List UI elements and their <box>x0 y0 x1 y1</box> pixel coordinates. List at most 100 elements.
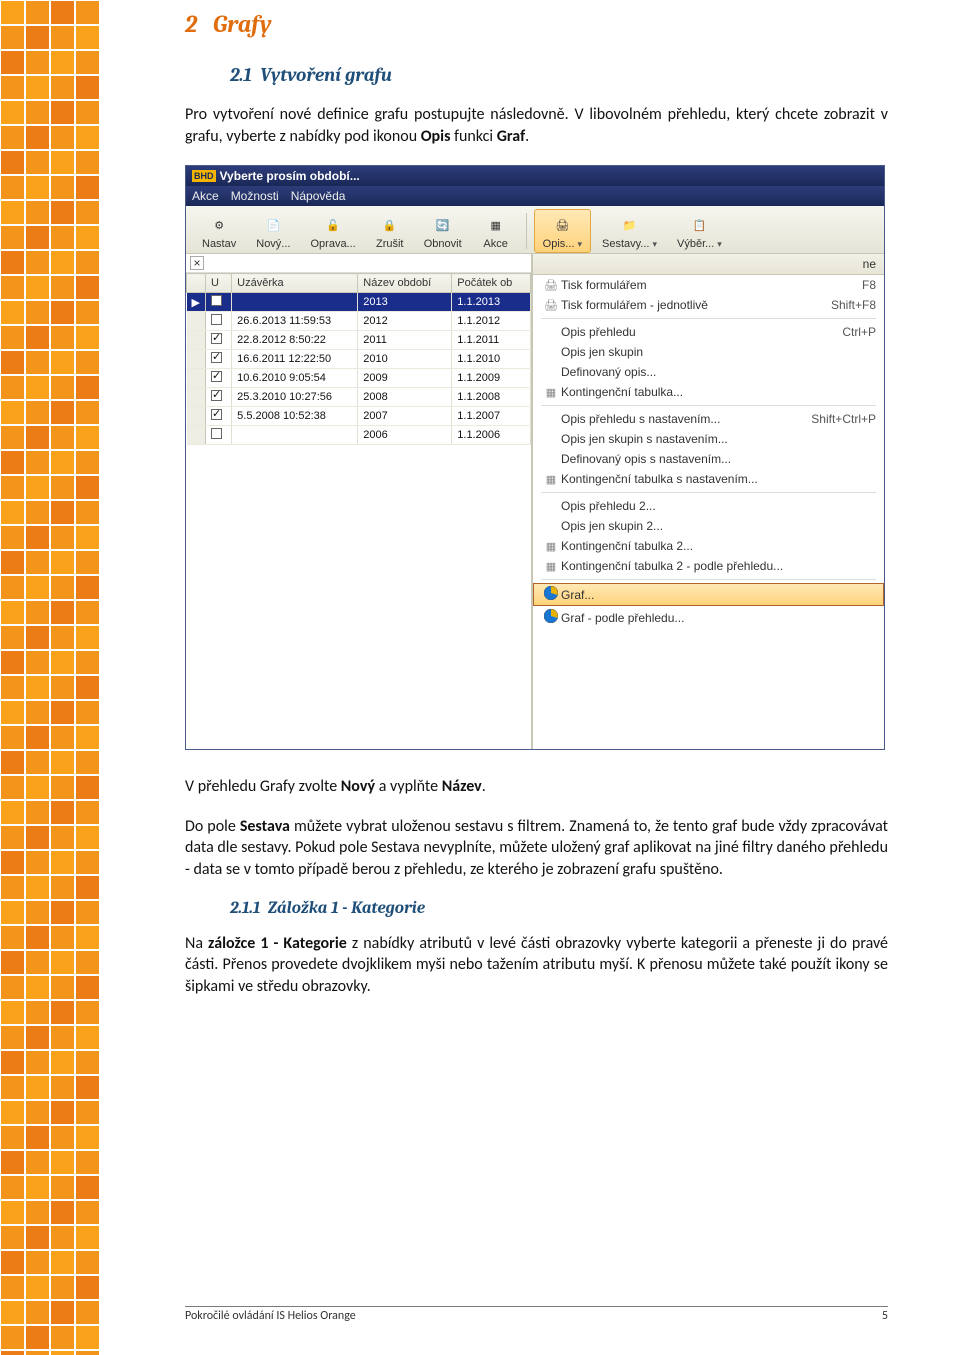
zrušit-icon: 🔒 <box>376 214 404 236</box>
table-icon: ▦ <box>541 386 561 399</box>
table-icon: ▦ <box>541 473 561 486</box>
table-row[interactable]: 10.6.2010 9:05:5420091.1.2009 <box>187 369 531 388</box>
toolbar-button-zrušit[interactable]: 🔒Zrušit <box>367 209 413 253</box>
print-icon: 🖨 <box>541 279 561 292</box>
obnovit-icon: 🔄 <box>429 214 457 236</box>
heading-3: 2.1.1 Záložka 1 - Kategorie <box>230 899 888 918</box>
column-header[interactable]: Uzávěrka <box>232 274 358 293</box>
h2-text: Vytvoření grafu <box>260 64 392 86</box>
column-header[interactable]: Počátek ob <box>452 274 531 293</box>
h3-text: Záložka 1 - Kategorie <box>268 899 425 918</box>
page-footer: Pokročilé ovládání IS Helios Orange 5 <box>185 1306 888 1323</box>
menu-separator <box>541 579 876 580</box>
pie-chart-icon <box>541 586 561 603</box>
oprava-icon: 🔓 <box>319 214 347 236</box>
menu-item[interactable]: Graf... <box>533 583 884 606</box>
table-icon: ▦ <box>541 540 561 553</box>
shortcut-label: Shift+Ctrl+P <box>811 412 876 426</box>
decorative-sidebar <box>0 0 100 1355</box>
shortcut-label: Ctrl+P <box>842 325 876 339</box>
toolbar-button-akce[interactable]: ▦Akce <box>473 209 519 253</box>
column-header[interactable]: U <box>205 274 231 293</box>
toolbar-button-oprava[interactable]: 🔓Oprava... <box>301 209 364 253</box>
heading-2: 2.1 Vytvoření grafu <box>230 64 888 86</box>
menu-item[interactable]: 🖨Tisk formulářemF8 <box>533 275 884 295</box>
opis-icon: 🖨 <box>548 214 576 236</box>
h1-text: Grafy <box>213 10 272 38</box>
app-menubar: Akce Možnosti Nápověda <box>186 186 884 206</box>
h2-number: 2.1 <box>230 64 252 86</box>
shortcut-label: Shift+F8 <box>831 298 876 312</box>
heading-1: 2 Grafy <box>185 10 888 38</box>
table-row[interactable]: 25.3.2010 10:27:5620081.1.2008 <box>187 388 531 407</box>
table-row[interactable]: ▶20131.1.2013 <box>187 293 531 312</box>
paragraph-3: Do pole Sestava můžete vybrat uloženou s… <box>185 816 888 881</box>
menu-item[interactable]: Graf - podle přehledu... <box>533 606 884 629</box>
checkbox[interactable] <box>211 314 222 325</box>
table-row[interactable]: 20061.1.2006 <box>187 426 531 445</box>
menu-item-akce[interactable]: Akce <box>192 189 219 203</box>
shortcut-label: F8 <box>862 278 876 292</box>
akce-icon: ▦ <box>482 214 510 236</box>
paragraph-1: Pro vytvoření nové definice grafu postup… <box>185 104 888 147</box>
context-menu-pane: ne🖨Tisk formulářemF8🖨Tisk formulářem - j… <box>532 254 884 749</box>
menu-item[interactable]: Opis přehledu 2... <box>533 496 884 516</box>
data-grid[interactable]: UUzávěrkaNázev obdobíPočátek ob ▶20131.1… <box>186 273 531 445</box>
nový-icon: 📄 <box>259 214 287 236</box>
page-number: 5 <box>882 1309 888 1323</box>
nastav-icon: ⚙ <box>205 214 233 236</box>
menu-item[interactable]: Opis jen skupin s nastavením... <box>533 429 884 449</box>
menu-item[interactable]: ▦Kontingenční tabulka... <box>533 382 884 402</box>
checkbox[interactable] <box>211 352 222 363</box>
app-toolbar: ⚙Nastav📄Nový...🔓Oprava...🔒Zrušit🔄Obnovit… <box>186 206 884 254</box>
menu-item-nápověda[interactable]: Nápověda <box>291 189 346 203</box>
menu-item[interactable]: Definovaný opis... <box>533 362 884 382</box>
menu-item[interactable]: Definovaný opis s nastavením... <box>533 449 884 469</box>
menu-item[interactable]: Opis jen skupin <box>533 342 884 362</box>
checkbox[interactable] <box>211 333 222 344</box>
menu-item[interactable]: ▦Kontingenční tabulka s nastavením... <box>533 469 884 489</box>
table-row[interactable]: 22.8.2012 8:50:2220111.1.2011 <box>187 331 531 350</box>
page-content: 2 Grafy 2.1 Vytvoření grafu Pro vytvořen… <box>185 0 888 997</box>
h1-number: 2 <box>185 10 197 38</box>
toolbar-button-sestavy[interactable]: 📁Sestavy... <box>593 209 666 253</box>
checkbox[interactable] <box>211 371 222 382</box>
h3-number: 2.1.1 <box>230 899 260 918</box>
app-titlebar: BHD Vyberte prosím období... <box>186 166 884 186</box>
menu-item[interactable]: ▦Kontingenční tabulka 2... <box>533 536 884 556</box>
menu-item[interactable]: Opis přehleduCtrl+P <box>533 322 884 342</box>
pie-chart-icon <box>541 609 561 626</box>
print-icon: 🖨 <box>541 299 561 312</box>
toolbar-button-výběr[interactable]: 📋Výběr... <box>668 209 731 253</box>
toolbar-button-obnovit[interactable]: 🔄Obnovit <box>415 209 471 253</box>
table-row[interactable]: 5.5.2008 10:52:3820071.1.2007 <box>187 407 531 426</box>
menu-separator <box>541 492 876 493</box>
table-icon: ▦ <box>541 560 561 573</box>
embedded-app-screenshot: BHD Vyberte prosím období... Akce Možnost… <box>185 165 885 750</box>
table-row[interactable]: 16.6.2011 12:22:5020101.1.2010 <box>187 350 531 369</box>
footer-title: Pokročilé ovládání IS Helios Orange <box>185 1309 356 1323</box>
menu-item[interactable]: Opis jen skupin 2... <box>533 516 884 536</box>
paragraph-4: Na záložce 1 - Kategorie z nabídky atrib… <box>185 933 888 998</box>
toolbar-button-nový[interactable]: 📄Nový... <box>247 209 299 253</box>
checkbox[interactable] <box>211 390 222 401</box>
sestavy-icon: 📁 <box>615 214 643 236</box>
menu-item[interactable]: ▦Kontingenční tabulka 2 - podle přehledu… <box>533 556 884 576</box>
toolbar-button-nastav[interactable]: ⚙Nastav <box>193 209 245 253</box>
toolbar-button-opis[interactable]: 🖨Opis... <box>534 209 591 253</box>
table-row[interactable]: 26.6.2013 11:59:5320121.1.2012 <box>187 312 531 331</box>
paragraph-2: V přehledu Grafy zvolte Nový a vyplňte N… <box>185 776 888 798</box>
app-logo: BHD <box>192 170 216 182</box>
výběr-icon: 📋 <box>685 214 713 236</box>
pane-close-button[interactable]: × <box>186 254 531 273</box>
menu-item-možnosti[interactable]: Možnosti <box>231 189 279 203</box>
grid-pane: × UUzávěrkaNázev obdobíPočátek ob ▶20131… <box>186 254 532 749</box>
checkbox[interactable] <box>211 428 222 439</box>
menu-item[interactable]: 🖨Tisk formulářem - jednotlivěShift+F8 <box>533 295 884 315</box>
menu-separator <box>541 405 876 406</box>
column-header[interactable]: Název období <box>358 274 452 293</box>
menu-item[interactable]: Opis přehledu s nastavením...Shift+Ctrl+… <box>533 409 884 429</box>
app-title: Vyberte prosím období... <box>220 169 360 183</box>
checkbox[interactable] <box>211 409 222 420</box>
checkbox[interactable] <box>211 295 222 306</box>
